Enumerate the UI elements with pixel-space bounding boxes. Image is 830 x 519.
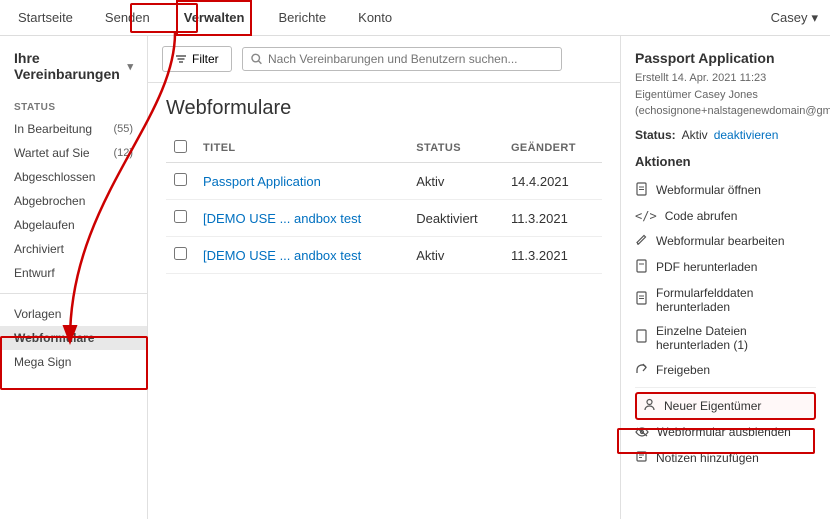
share-icon — [635, 362, 648, 378]
row-changed-1: 14.4.2021 — [503, 163, 602, 200]
row-status-2: Deaktiviert — [408, 200, 503, 237]
webforms-table: TITEL STATUS GEÄNDERT Passport Applicati… — [166, 134, 602, 274]
formdata-icon — [635, 291, 648, 308]
panel-status-label: Status: — [635, 128, 676, 142]
action-formdata[interactable]: Formularfelddaten herunterladen — [635, 281, 816, 319]
action-code[interactable]: </> Code abrufen — [635, 204, 816, 228]
sidebar-item-archiviert[interactable]: Archiviert — [0, 237, 147, 261]
sidebar-bottom: Vorlagen Webformulare Mega Sign — [0, 302, 147, 374]
panel-meta: Erstellt 14. Apr. 2021 11:23 Eigentümer … — [635, 70, 816, 120]
row-status-3: Aktiv — [408, 237, 503, 274]
table-area: Webformulare TITEL STATUS GEÄNDERT — [148, 83, 620, 519]
action-pdf[interactable]: PDF herunterladen — [635, 254, 816, 281]
sidebar: Ihre Vereinbarungen ▾ STATUS In Bearbeit… — [0, 36, 148, 519]
select-all-checkbox[interactable] — [174, 140, 187, 153]
document-icon — [635, 182, 648, 199]
toolbar: Filter — [148, 36, 620, 83]
panel-status: Status: Aktiv deaktivieren — [635, 128, 816, 142]
sidebar-item-wartet-auf-sie[interactable]: Wartet auf Sie (12) — [0, 141, 147, 165]
sidebar-item-abgelaufen[interactable]: Abgelaufen — [0, 213, 147, 237]
col-status: STATUS — [408, 134, 503, 163]
table-title: Webformulare — [166, 97, 602, 120]
nav-item-konto[interactable]: Konto — [352, 0, 398, 36]
sidebar-divider — [0, 293, 147, 294]
action-hide-webform[interactable]: Webformular ausblenden — [635, 420, 816, 445]
new-owner-icon — [643, 398, 656, 414]
table-row: Passport Application Aktiv 14.4.2021 — [166, 163, 602, 200]
action-divider — [635, 387, 816, 388]
row-checkbox-3[interactable] — [174, 247, 187, 260]
action-notes[interactable]: Notizen hinzufügen — [635, 445, 816, 471]
col-checkbox — [166, 134, 195, 163]
sidebar-header[interactable]: Ihre Vereinbarungen ▾ — [0, 50, 147, 94]
nav-item-verwalten[interactable]: Verwalten — [176, 0, 253, 36]
right-panel: Passport Application Erstellt 14. Apr. 2… — [620, 36, 830, 519]
main-content: Filter Webformulare TI — [148, 36, 620, 519]
panel-actions-title: Aktionen — [635, 154, 816, 169]
sidebar-item-mega-sign[interactable]: Mega Sign — [0, 350, 147, 374]
row-title-3[interactable]: [DEMO USE ... andbox test — [195, 237, 408, 274]
table-row: [DEMO USE ... andbox test Aktiv 11.3.202… — [166, 237, 602, 274]
row-title-1[interactable]: Passport Application — [195, 163, 408, 200]
user-name: Casey — [771, 10, 808, 25]
nav-item-startseite[interactable]: Startseite — [12, 0, 79, 36]
action-open-webform[interactable]: Webformular öffnen — [635, 177, 816, 204]
panel-status-value: Aktiv — [682, 128, 708, 142]
filter-icon — [175, 53, 187, 65]
sidebar-item-in-bearbeitung[interactable]: In Bearbeitung (55) — [0, 117, 147, 141]
action-new-owner[interactable]: Neuer Eigentümer — [635, 392, 816, 420]
deactivate-link[interactable]: deaktivieren — [714, 128, 779, 142]
sidebar-chevron-icon: ▾ — [127, 60, 133, 73]
action-freigeben[interactable]: Freigeben — [635, 357, 816, 383]
row-checkbox-1[interactable] — [174, 173, 187, 186]
sidebar-header-label: Ihre Vereinbarungen — [14, 50, 121, 82]
row-status-1: Aktiv — [408, 163, 503, 200]
filter-button[interactable]: Filter — [162, 46, 232, 72]
pdf-icon — [635, 259, 648, 276]
row-changed-2: 11.3.2021 — [503, 200, 602, 237]
action-edit-webform[interactable]: Webformular bearbeiten — [635, 228, 816, 254]
row-title-2[interactable]: [DEMO USE ... andbox test — [195, 200, 408, 237]
action-single-files[interactable]: Einzelne Dateien herunterladen (1) — [635, 319, 816, 357]
notes-icon — [635, 450, 648, 466]
sidebar-item-abgebrochen[interactable]: Abgebrochen — [0, 189, 147, 213]
col-title: TITEL — [195, 134, 408, 163]
sidebar-item-vorlagen[interactable]: Vorlagen — [0, 302, 147, 326]
single-files-icon — [635, 329, 648, 346]
nav-item-senden[interactable]: Senden — [99, 0, 156, 36]
search-box[interactable] — [242, 47, 562, 71]
panel-title: Passport Application — [635, 50, 816, 66]
col-changed: GEÄNDERT — [503, 134, 602, 163]
search-input[interactable] — [268, 52, 553, 66]
row-changed-3: 11.3.2021 — [503, 237, 602, 274]
search-icon — [251, 53, 262, 65]
user-menu[interactable]: Casey ▾ — [771, 10, 818, 26]
top-nav: Startseite Senden Verwalten Berichte Kon… — [0, 0, 830, 36]
hide-icon — [635, 425, 649, 440]
edit-icon — [635, 233, 648, 249]
row-checkbox-2[interactable] — [174, 210, 187, 223]
code-icon: </> — [635, 209, 657, 223]
user-chevron-icon: ▾ — [811, 10, 818, 26]
nav-item-berichte[interactable]: Berichte — [272, 0, 332, 36]
sidebar-item-abgeschlossen[interactable]: Abgeschlossen — [0, 165, 147, 189]
main-layout: Ihre Vereinbarungen ▾ STATUS In Bearbeit… — [0, 36, 830, 519]
status-section-label: STATUS — [0, 94, 147, 117]
sidebar-item-webformulare[interactable]: Webformulare — [0, 326, 147, 350]
sidebar-item-entwurf[interactable]: Entwurf — [0, 261, 147, 285]
table-row: [DEMO USE ... andbox test Deaktiviert 11… — [166, 200, 602, 237]
